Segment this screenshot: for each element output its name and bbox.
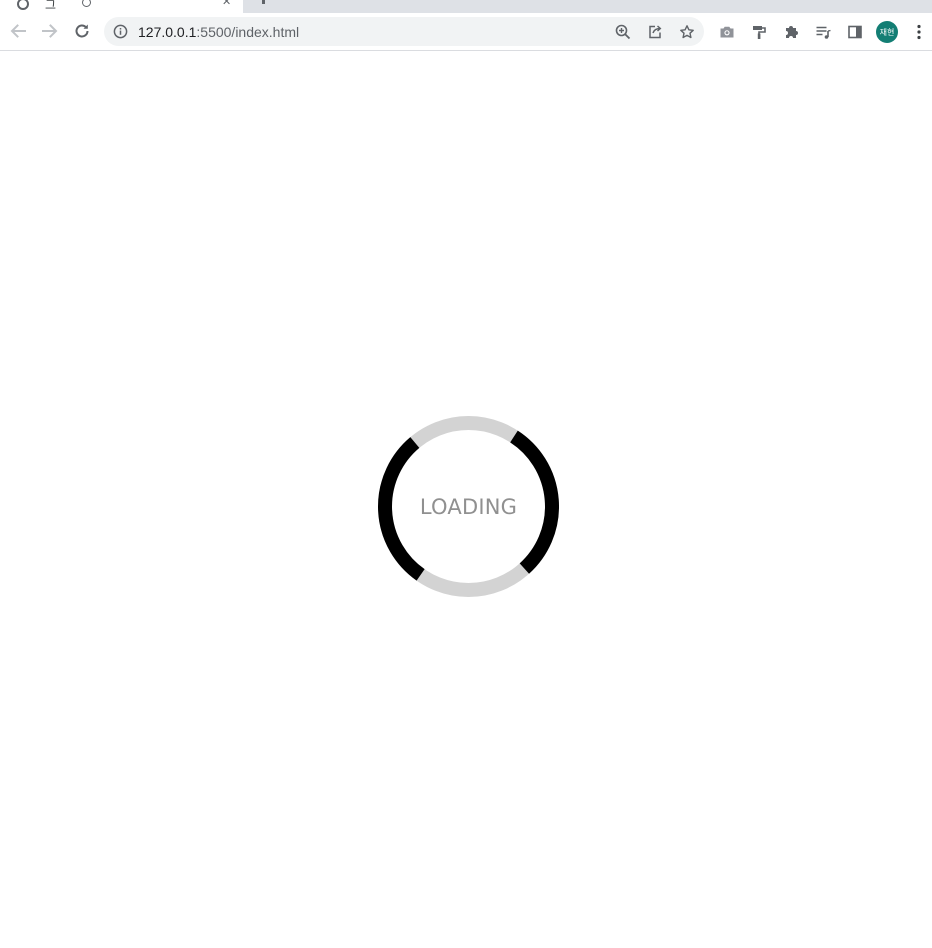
url-path: :5500/index.html: [196, 24, 300, 40]
tab-active[interactable]: 그 ✕: [0, 0, 243, 13]
toolbar: 127.0.0.1:5500/index.html 재현: [0, 13, 932, 51]
share-icon: [649, 25, 662, 39]
loading-text: LOADING: [419, 495, 518, 519]
forward-button[interactable]: [39, 19, 61, 43]
side-panel-icon: [848, 25, 862, 39]
camera-icon: [720, 26, 734, 38]
paint-roller-icon: [753, 26, 766, 39]
media-control-button[interactable]: [813, 22, 833, 42]
tab-title-glyph-icon: [82, 0, 91, 7]
tab-inactive[interactable]: [262, 0, 265, 4]
side-panel-button[interactable]: [845, 22, 865, 42]
zoom-in-icon: [615, 24, 631, 40]
share-button[interactable]: [646, 23, 664, 41]
page-content: LOADING: [0, 51, 932, 948]
profile-avatar[interactable]: 재현: [876, 21, 898, 43]
back-button[interactable]: [7, 19, 29, 43]
playlist-music-icon: [816, 26, 831, 39]
forward-arrow-icon: [42, 24, 58, 38]
browser-chrome: 그 ✕ 127.0.0.1:5500/index.html 재현: [0, 0, 932, 51]
tab-strip: 그 ✕: [0, 0, 932, 13]
tab-close-icon[interactable]: ✕: [222, 0, 231, 8]
reload-icon: [75, 24, 89, 38]
site-info-icon[interactable]: [113, 24, 128, 39]
zoom-button[interactable]: [614, 23, 632, 41]
address-bar[interactable]: 127.0.0.1:5500/index.html: [104, 17, 704, 46]
paint-extension-button[interactable]: [749, 22, 769, 42]
puzzle-icon: [786, 26, 798, 38]
extensions-button[interactable]: [781, 22, 801, 42]
reload-button[interactable]: [71, 19, 93, 43]
url-text[interactable]: 127.0.0.1:5500/index.html: [138, 24, 299, 40]
url-host: 127.0.0.1: [138, 24, 197, 40]
tab-title: 그: [45, 0, 57, 12]
favicon-icon: [17, 0, 29, 10]
screenshot-extension-button[interactable]: [717, 22, 737, 42]
kebab-menu-icon[interactable]: [912, 23, 926, 41]
back-arrow-icon: [10, 24, 26, 38]
star-icon: [680, 25, 694, 39]
bookmark-button[interactable]: [678, 23, 696, 41]
